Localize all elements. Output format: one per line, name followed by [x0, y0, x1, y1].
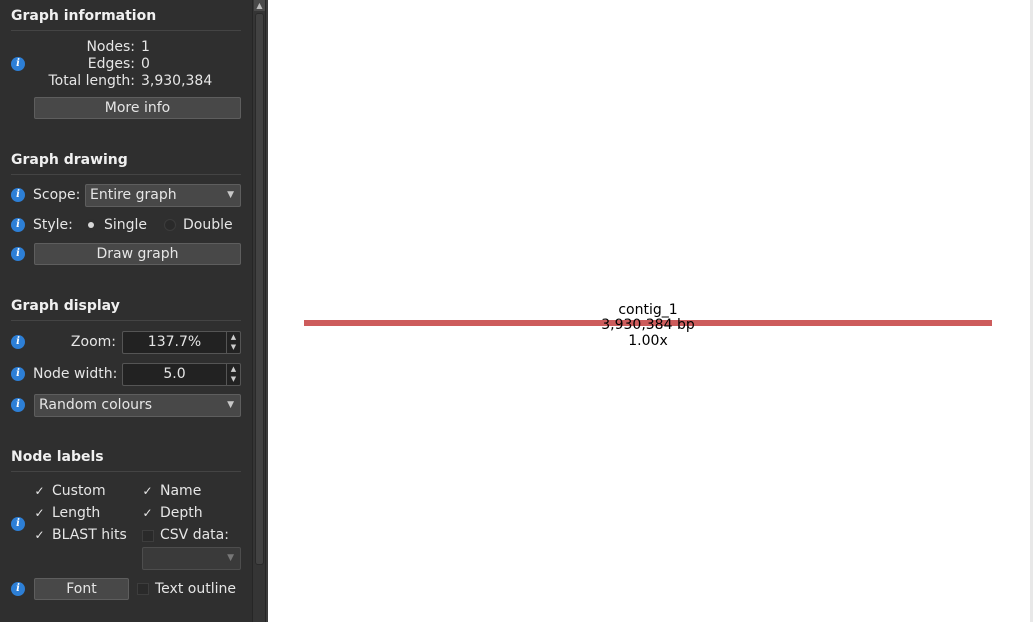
text-outline-checkbox[interactable] — [137, 583, 149, 595]
check-mark-icon[interactable]: ✓ — [33, 485, 46, 498]
blast-hits-checkbox-label[interactable]: BLAST hits — [52, 527, 127, 543]
total-length-value: 3,930,384 — [141, 73, 213, 89]
check-mark-icon[interactable]: ✓ — [141, 507, 154, 520]
info-icon[interactable]: i — [11, 398, 25, 412]
chevron-down-icon: ▼ — [227, 190, 234, 200]
more-info-button[interactable]: More info — [34, 97, 241, 119]
check-mark-icon[interactable]: ✓ — [141, 485, 154, 498]
zoom-label: Zoom: — [70, 334, 116, 350]
graph-information-title: Graph information — [11, 8, 157, 24]
info-icon[interactable]: i — [11, 188, 25, 202]
style-single-label[interactable]: Single — [104, 217, 147, 233]
total-length-label: Total length: — [48, 73, 136, 89]
text-outline-label[interactable]: Text outline — [155, 581, 236, 597]
custom-checkbox-label[interactable]: Custom — [52, 483, 106, 499]
zoom-value: 137.7% — [147, 334, 202, 350]
info-icon[interactable]: i — [11, 335, 25, 349]
check-mark-icon[interactable]: ✓ — [33, 507, 46, 520]
node-width-label: Node width: — [33, 366, 118, 382]
scrollbar-thumb[interactable] — [255, 13, 264, 565]
sidebar-scrollbar[interactable]: ▲ — [252, 0, 266, 622]
info-icon[interactable]: i — [11, 218, 25, 232]
colour-scheme-select[interactable]: Random colours ▼ — [34, 394, 241, 417]
depth-checkbox-label[interactable]: Depth — [160, 505, 203, 521]
info-icon[interactable]: i — [11, 517, 25, 531]
section-divider — [11, 320, 241, 321]
sidebar-panel: Graph information i Nodes: 1 Edges: 0 To… — [0, 0, 252, 622]
section-divider — [11, 471, 241, 472]
font-button[interactable]: Font — [34, 578, 129, 600]
spin-arrows-icon[interactable]: ▲ ▼ — [226, 364, 240, 385]
node-width-value: 5.0 — [163, 366, 186, 382]
info-icon[interactable]: i — [11, 367, 25, 381]
graph-drawing-title: Graph drawing — [11, 152, 128, 168]
node-width-spinbox[interactable]: 5.0 ▲ ▼ — [122, 363, 241, 386]
section-divider — [11, 174, 241, 175]
edges-value: 0 — [141, 56, 150, 72]
node-name-label: contig_1 — [618, 302, 677, 318]
chevron-down-icon: ▼ — [227, 553, 234, 563]
zoom-spinbox[interactable]: 137.7% ▲ ▼ — [122, 331, 241, 354]
style-double-label[interactable]: Double — [183, 217, 233, 233]
info-icon[interactable]: i — [11, 582, 25, 596]
name-checkbox-label[interactable]: Name — [160, 483, 201, 499]
style-single-radio[interactable] — [85, 219, 97, 231]
csv-data-checkbox-label[interactable]: CSV data: — [160, 527, 229, 543]
nodes-label: Nodes: — [86, 39, 135, 55]
csv-data-select[interactable]: ▼ — [142, 547, 241, 570]
node-depth-label: 1.00x — [628, 333, 667, 349]
check-mark-icon[interactable]: ✓ — [33, 529, 46, 542]
spin-arrows-icon[interactable]: ▲ ▼ — [226, 332, 240, 353]
graph-display-title: Graph display — [11, 298, 120, 314]
csv-data-checkbox[interactable] — [142, 530, 154, 542]
draw-graph-button[interactable]: Draw graph — [34, 243, 241, 265]
info-icon[interactable]: i — [11, 57, 25, 71]
scope-label: Scope: — [33, 187, 81, 203]
info-icon[interactable]: i — [11, 247, 25, 261]
node-length-label: 3,930,384 bp — [601, 317, 695, 333]
style-label: Style: — [33, 217, 73, 233]
edges-label: Edges: — [87, 56, 135, 72]
section-divider — [11, 30, 241, 31]
graph-canvas[interactable]: contig_1 3,930,384 bp 1.00x — [268, 0, 1030, 622]
nodes-value: 1 — [141, 39, 150, 55]
style-double-radio[interactable] — [164, 219, 176, 231]
node-labels-title: Node labels — [11, 449, 104, 465]
scope-select-value: Entire graph — [90, 187, 177, 203]
scroll-up-icon[interactable]: ▲ — [254, 0, 265, 11]
colour-scheme-value: Random colours — [39, 397, 153, 413]
length-checkbox-label[interactable]: Length — [52, 505, 100, 521]
chevron-down-icon: ▼ — [227, 400, 234, 410]
scope-select[interactable]: Entire graph ▼ — [85, 184, 241, 207]
